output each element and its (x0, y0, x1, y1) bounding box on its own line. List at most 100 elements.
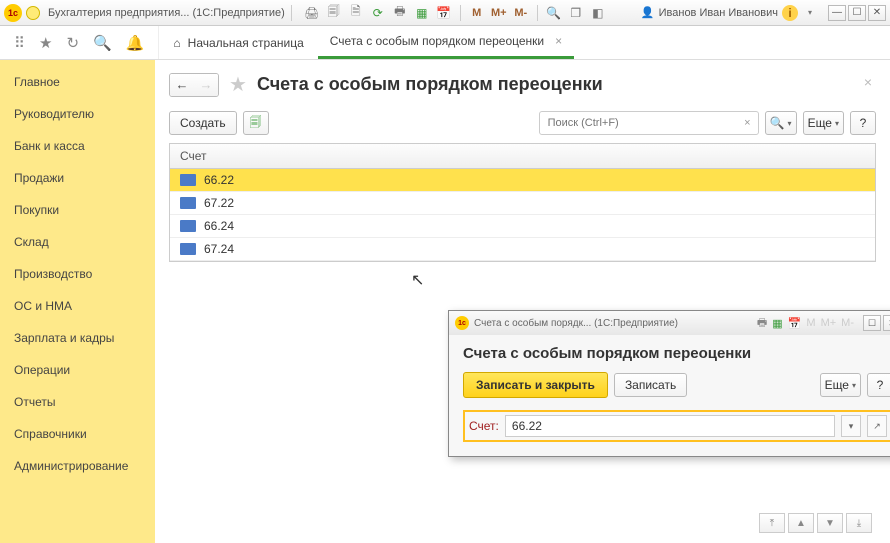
favorite-icon[interactable]: ★ (39, 34, 52, 52)
dialog-print-icon[interactable]: 🖶 (757, 314, 767, 333)
tab-home[interactable]: ⌂ Начальная страница (159, 26, 317, 59)
account-open-button[interactable]: ↗ (867, 415, 887, 437)
dialog-grid-icon[interactable]: ▦ (772, 317, 782, 330)
search-clear-button[interactable]: × (741, 117, 753, 129)
list-first-button[interactable]: ⤒ (759, 513, 785, 533)
home-tab-label: Начальная страница (188, 36, 304, 50)
write-and-close-button[interactable]: Записать и закрыть (463, 372, 608, 398)
search-input[interactable] (544, 117, 742, 129)
table-row[interactable]: 67.24 (170, 238, 875, 261)
page-title: Счета с особым порядком переоценки (257, 74, 603, 95)
accounts-table: Счет 66.22 67.22 66.24 67.24 (169, 143, 876, 262)
sidebar-item-purchases[interactable]: Покупки (0, 194, 155, 226)
account-row-icon (180, 174, 196, 186)
window-close-button[interactable]: ✕ (868, 5, 886, 21)
dialog-maximize-button[interactable]: ☐ (863, 315, 881, 331)
windows-icon[interactable]: ❐ (568, 5, 584, 21)
user-icon: 👤 (641, 6, 655, 19)
app-1c-icon: 1c (4, 4, 22, 22)
sidebar-item-production[interactable]: Производство (0, 258, 155, 290)
tab-close-button[interactable]: × (555, 34, 562, 48)
list-last-button[interactable]: ⤓ (846, 513, 872, 533)
sidebar-item-main[interactable]: Главное (0, 66, 155, 98)
window-minimize-button[interactable]: — (828, 5, 846, 21)
favorite-toggle[interactable]: ★ (229, 72, 247, 97)
bell-icon[interactable]: 🔔 (126, 34, 145, 52)
search-field[interactable]: × (539, 111, 759, 135)
table-row[interactable]: 66.24 (170, 215, 875, 238)
tab-accounts-revaluation[interactable]: Счета с особым порядком переоценки × (318, 26, 574, 59)
print-icon[interactable]: 🖶 (392, 5, 408, 21)
app-menu-dropdown[interactable] (26, 6, 40, 20)
refresh-icon[interactable]: ⟳ (370, 5, 386, 21)
column-header-account[interactable]: Счет (170, 144, 875, 169)
account-row-icon (180, 243, 196, 255)
sidebar: Главное Руководителю Банк и касса Продаж… (0, 60, 155, 543)
list-down-button[interactable]: ▼ (817, 513, 843, 533)
memory-mplus-button[interactable]: M+ (491, 5, 507, 21)
dialog-close-button[interactable]: ✕ (883, 315, 890, 331)
sidebar-item-reports[interactable]: Отчеты (0, 386, 155, 418)
memory-m-button[interactable]: M (469, 5, 485, 21)
history-icon[interactable]: ↻ (66, 34, 79, 52)
info-icon[interactable]: i (782, 5, 798, 21)
sidebar-item-manager[interactable]: Руководителю (0, 98, 155, 130)
create-button[interactable]: Создать (169, 111, 237, 135)
memory-mminus-button[interactable]: M- (513, 5, 529, 21)
sidebar-item-warehouse[interactable]: Склад (0, 226, 155, 258)
account-input[interactable]: 66.22 (505, 415, 835, 437)
cursor-icon: ↖ (411, 270, 424, 290)
home-icon: ⌂ (173, 36, 180, 50)
list-nav-buttons: ⤒ ▲ ▼ ⤓ (759, 513, 872, 533)
doc-icon[interactable]: 🗎 (348, 5, 364, 21)
dialog-mplus-button[interactable]: M+ (821, 317, 837, 329)
page-close-button[interactable]: × (864, 74, 872, 90)
sidebar-item-payroll[interactable]: Зарплата и кадры (0, 322, 155, 354)
dialog-m-button[interactable]: M (806, 317, 815, 329)
sidebar-item-catalogs[interactable]: Справочники (0, 418, 155, 450)
sidebar-item-bank[interactable]: Банк и касса (0, 130, 155, 162)
user-display[interactable]: 👤 Иванов Иван Иванович (641, 6, 778, 19)
more-button[interactable]: Еще▾ (803, 111, 844, 135)
account-cell: 67.24 (204, 242, 234, 256)
sidebar-item-operations[interactable]: Операции (0, 354, 155, 386)
sidebar-item-assets[interactable]: ОС и НМА (0, 290, 155, 322)
info-dropdown[interactable]: ▾ (802, 5, 818, 21)
help-button[interactable]: ? (850, 111, 876, 135)
account-field-row: Счет: 66.22 ▾ ↗ (463, 410, 890, 442)
account-field-label: Счет: (469, 419, 499, 433)
page-tab-label: Счета с особым порядком переоценки (330, 34, 544, 48)
sidebar-item-admin[interactable]: Администрирование (0, 450, 155, 482)
dialog-title-bar[interactable]: 1c Счета с особым порядк... (1С:Предприя… (449, 311, 890, 335)
nav-back-button[interactable]: ← (170, 74, 194, 96)
dialog-more-button[interactable]: Еще▾ (820, 373, 861, 397)
zoom-icon[interactable]: 🔍 (546, 5, 562, 21)
write-button[interactable]: Записать (614, 373, 687, 397)
account-cell: 66.22 (204, 173, 234, 187)
table-row[interactable]: 66.22 (170, 169, 875, 192)
account-dropdown-button[interactable]: ▾ (841, 415, 861, 437)
sidebar-icon[interactable]: ◧ (590, 5, 606, 21)
dialog-calendar-icon[interactable]: 📅 (788, 317, 802, 330)
search-icon[interactable]: 🔍 (93, 34, 112, 52)
table-row[interactable]: 67.22 (170, 192, 875, 215)
nav-forward-button[interactable]: → (194, 74, 218, 96)
list-up-button[interactable]: ▲ (788, 513, 814, 533)
copy-button[interactable]: 🗐 (243, 111, 269, 135)
nav-bar: ⠿ ★ ↻ 🔍 🔔 ⌂ Начальная страница Счета с о… (0, 26, 890, 60)
grid-icon[interactable]: ▦ (414, 5, 430, 21)
search-options-button[interactable]: 🔍▾ (765, 111, 797, 135)
save-icon[interactable]: 🗐 (326, 5, 342, 21)
dialog-heading: Счета с особым порядком переоценки (463, 345, 890, 362)
account-row-icon (180, 220, 196, 232)
dialog-mminus-button[interactable]: M- (841, 317, 854, 329)
app-title: Бухгалтерия предприятия... (1С:Предприят… (48, 7, 285, 19)
sidebar-item-sales[interactable]: Продажи (0, 162, 155, 194)
apps-icon[interactable]: ⠿ (14, 34, 25, 52)
calendar-icon[interactable]: 📅 (436, 5, 452, 21)
dialog-title-text: Счета с особым порядк... (1С:Предприятие… (474, 318, 678, 329)
window-maximize-button[interactable]: ☐ (848, 5, 866, 21)
print-preview-icon[interactable]: 🖨 (304, 5, 320, 21)
edit-dialog: 1c Счета с особым порядк... (1С:Предприя… (448, 310, 890, 457)
dialog-help-button[interactable]: ? (867, 373, 890, 397)
